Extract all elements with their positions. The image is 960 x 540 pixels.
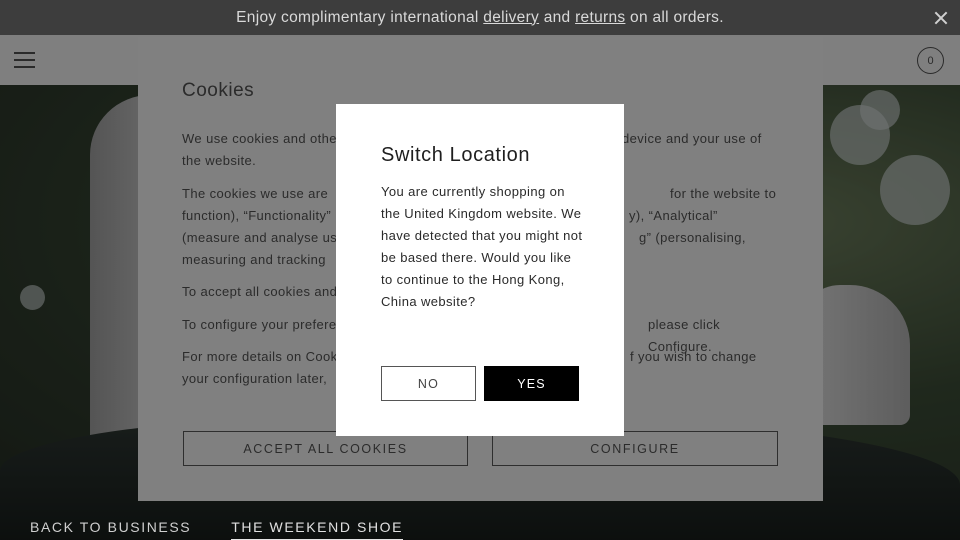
switch-location-modal: Switch Location You are currently shoppi…	[336, 104, 624, 436]
returns-link[interactable]: returns	[575, 9, 625, 26]
delivery-link[interactable]: delivery	[483, 9, 539, 26]
tab-back-to-business[interactable]: BACK TO BUSINESS	[30, 519, 191, 540]
tab-the-weekend-shoe[interactable]: THE WEEKEND SHOE	[231, 519, 404, 540]
cookies-text: g” (personalising,	[639, 230, 746, 245]
accept-all-cookies-button[interactable]: ACCEPT ALL COOKIES	[183, 431, 468, 466]
cookies-text: For more details on Cook	[182, 349, 338, 364]
close-icon[interactable]	[932, 9, 950, 27]
cookies-text: the website.	[182, 153, 257, 168]
modal-body: You are currently shopping on the United…	[381, 184, 583, 309]
cookies-text: To configure your prefere	[182, 317, 337, 332]
no-button[interactable]: NO	[381, 366, 476, 401]
cookies-text: f you wish to change	[630, 349, 757, 364]
yes-button[interactable]: YES	[484, 366, 579, 401]
cookies-text: To accept all cookies and	[182, 284, 338, 299]
cookies-text: your configuration later,	[182, 371, 328, 386]
configure-cookies-button[interactable]: CONFIGURE	[492, 431, 778, 466]
cookies-text: y), “Analytical”	[629, 208, 718, 223]
modal-title: Switch Location	[381, 144, 531, 166]
cookies-title: Cookies	[182, 80, 255, 101]
menu-icon[interactable]	[14, 51, 35, 69]
hero-tabs: BACK TO BUSINESS THE WEEKEND SHOE	[30, 519, 404, 540]
shopping-bag-count[interactable]: 0	[917, 47, 944, 74]
cookies-text: for the website to	[670, 186, 777, 201]
cookies-text: We use cookies and othe	[182, 131, 337, 146]
promo-text-end: on all orders.	[625, 8, 724, 26]
cookies-text: measuring and tracking	[182, 252, 326, 267]
announcement-bar: Enjoy complimentary international delive…	[0, 0, 960, 35]
cookies-text: function), “Functionality”	[182, 208, 332, 223]
cookies-text: The cookies we use are	[182, 186, 329, 201]
cookies-text: device and your use of	[622, 131, 762, 146]
cookies-text: (measure and analyse us	[182, 230, 338, 245]
promo-text-middle: and	[539, 8, 576, 26]
promo-text-start: Enjoy complimentary international	[236, 8, 484, 26]
announcement-text: Enjoy complimentary international delive…	[236, 9, 724, 27]
